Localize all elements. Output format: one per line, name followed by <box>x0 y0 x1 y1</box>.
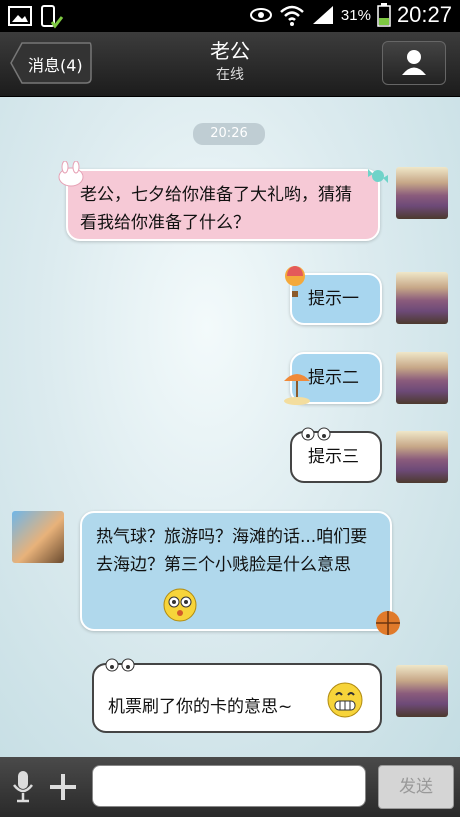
contact-name: 老公 <box>210 39 250 63</box>
hot-air-balloon-icon <box>285 266 305 297</box>
message-text: 提示二 <box>308 368 359 388</box>
my-avatar <box>396 272 448 324</box>
gallery-icon <box>8 6 32 26</box>
candy-sticker-icon <box>368 169 388 183</box>
battery-icon <box>377 3 391 27</box>
signal-icon <box>312 6 333 24</box>
back-button[interactable]: 消息(4) <box>10 42 92 84</box>
basketball-icon <box>376 611 400 635</box>
eye-icon <box>249 8 272 22</box>
message-bubble[interactable]: 热气球？旅游吗？海滩的话...咱们要去海边？第三个小贱脸是什么意思 <box>80 511 392 631</box>
bunny-sticker-icon <box>58 161 84 187</box>
chat-screen: 31% 20:27 消息(4) 老公 在线 20:26 老公，七夕给你准备了大礼… <box>0 0 460 817</box>
back-label: 消息(4) <box>28 56 83 75</box>
message-text: 老公，七夕给你准备了大礼哟，猜猜看我给你准备了什么？ <box>80 185 352 233</box>
phone-check-icon <box>41 5 64 29</box>
chat-header: 消息(4) 老公 在线 <box>0 32 460 97</box>
contact-avatar <box>12 511 64 563</box>
send-button[interactable]: 发送 <box>378 765 454 809</box>
grin-emoji-icon <box>327 682 363 718</box>
my-avatar <box>396 665 448 717</box>
contact-status: 在线 <box>216 67 244 83</box>
microphone-icon[interactable] <box>12 771 34 803</box>
message-text: 提示三 <box>308 447 359 467</box>
message-timestamp: 20:26 <box>193 123 265 145</box>
message-list[interactable]: 20:26 老公，七夕给你准备了大礼哟，猜猜看我给你准备了什么？ 提示一 提示二… <box>0 97 460 757</box>
contact-profile-button[interactable] <box>382 41 446 85</box>
person-icon <box>402 50 426 75</box>
my-avatar <box>396 352 448 404</box>
my-avatar <box>396 167 448 219</box>
beach-umbrella-icon <box>284 374 310 405</box>
message-text: 提示一 <box>308 289 359 309</box>
message-bubble[interactable]: 老公，七夕给你准备了大礼哟，猜猜看我给你准备了什么？ <box>66 169 380 241</box>
wifi-icon <box>280 5 304 26</box>
battery-percent: 31% <box>340 6 371 24</box>
status-bar: 31% 20:27 <box>0 0 460 32</box>
add-icon[interactable] <box>48 772 78 802</box>
confused-emoji-icon <box>163 588 197 622</box>
status-time: 20:27 <box>396 2 452 27</box>
my-avatar <box>396 431 448 483</box>
smirk-eyes-icon <box>105 658 135 672</box>
smirk-eyes-icon <box>301 427 331 441</box>
message-text: 机票刷了你的卡的意思~ <box>108 697 293 717</box>
message-input[interactable] <box>92 765 366 807</box>
input-bar: 发送 <box>0 757 460 817</box>
message-text: 热气球？旅游吗？海滩的话...咱们要去海边？第三个小贱脸是什么意思 <box>96 527 368 575</box>
